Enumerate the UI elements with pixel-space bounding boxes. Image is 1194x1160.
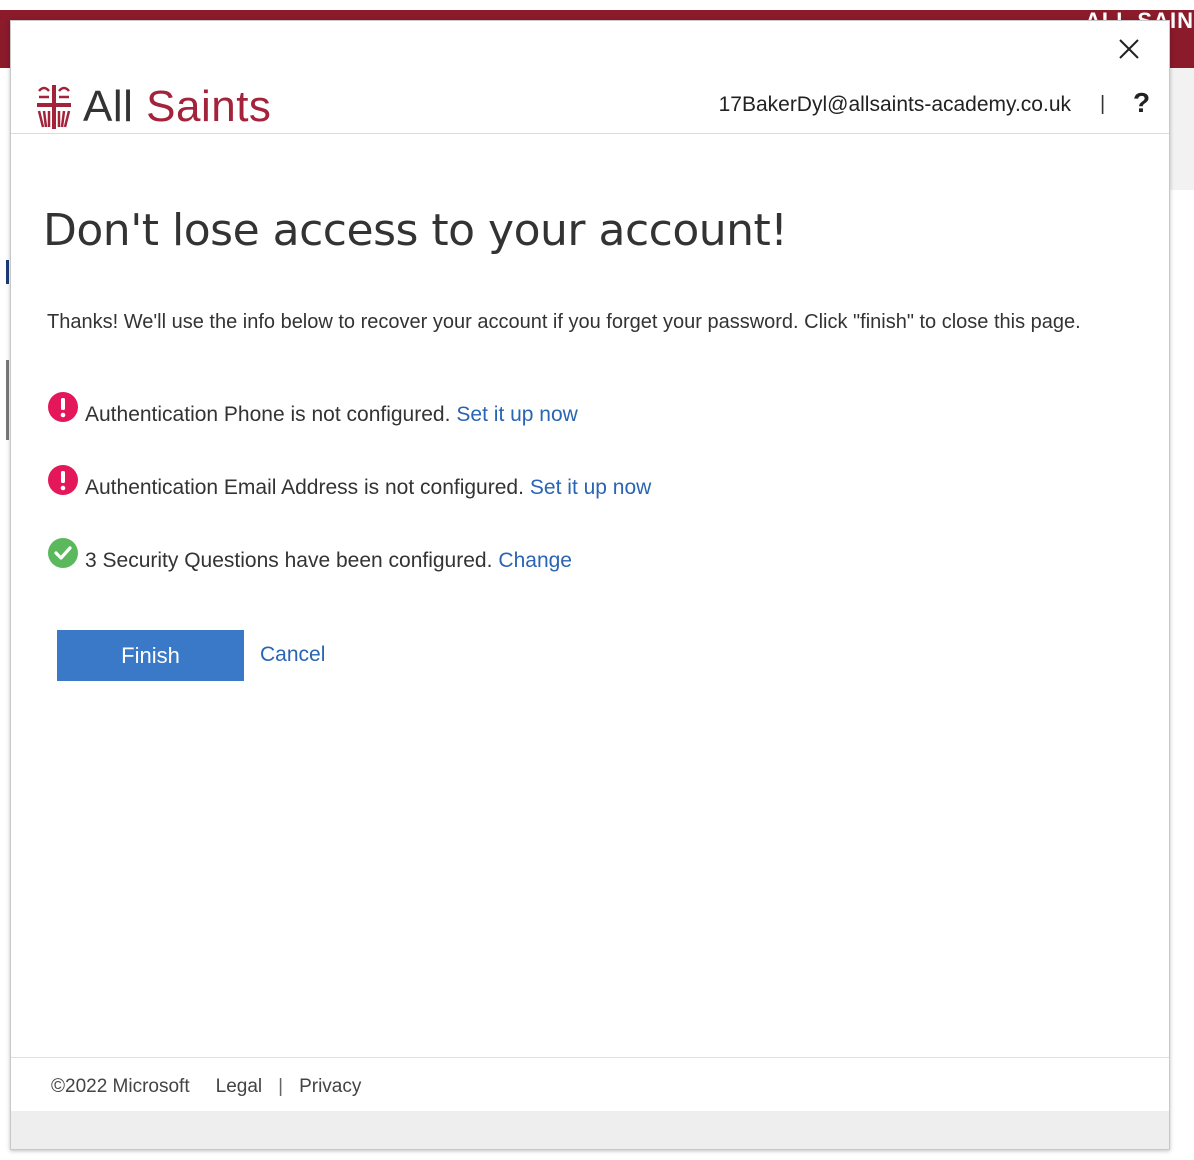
dialog-footer: ©2022 Microsoft Legal | Privacy <box>11 1057 1169 1112</box>
change-security-questions-link[interactable]: Change <box>498 549 572 573</box>
status-row-security-questions: 3 Security Questions have been configure… <box>47 538 572 577</box>
dialog-header: All Saints 17BakerDyl@allsaints-academy.… <box>11 73 1169 134</box>
set-up-phone-link[interactable]: Set it up now <box>456 403 577 427</box>
status-message: Authentication Phone is not configured. <box>85 403 451 426</box>
all-saints-logo: All Saints <box>33 81 271 133</box>
privacy-link[interactable]: Privacy <box>299 1076 361 1098</box>
header-separator: | <box>1100 93 1106 115</box>
status-row-email: Authentication Email Address is not conf… <box>47 465 651 504</box>
background-mark <box>6 360 9 440</box>
signed-in-user-email: 17BakerDyl@allsaints-academy.co.uk <box>718 93 1071 116</box>
exclamation-icon <box>48 392 78 422</box>
cancel-link[interactable]: Cancel <box>260 643 325 667</box>
set-up-email-link[interactable]: Set it up now <box>530 476 651 500</box>
status-message: 3 Security Questions have been configure… <box>85 549 493 572</box>
close-icon[interactable] <box>1115 35 1143 63</box>
copyright-text: ©2022 Microsoft <box>51 1076 190 1097</box>
logo-text-all: All <box>83 82 134 131</box>
background-mark <box>6 260 9 284</box>
logo-text-saints: Saints <box>146 82 272 131</box>
checkmark-icon <box>48 538 78 568</box>
background-top-strip <box>0 0 1194 10</box>
help-button[interactable]: ? <box>1133 87 1150 119</box>
background-left-strip <box>0 68 10 1160</box>
page-title: Don't lose access to your account! <box>43 205 788 256</box>
intro-text: Thanks! We'll use the info below to reco… <box>47 311 1081 333</box>
background-subbar <box>1168 68 1194 190</box>
status-row-phone: Authentication Phone is not configured. … <box>47 392 578 431</box>
logo-wordmark: All Saints <box>83 81 271 133</box>
cross-logo-icon <box>37 85 71 129</box>
footer-separator: | <box>278 1076 284 1097</box>
status-message: Authentication Email Address is not conf… <box>85 476 524 499</box>
recovery-dialog: All Saints 17BakerDyl@allsaints-academy.… <box>10 20 1170 1150</box>
exclamation-icon <box>48 465 78 495</box>
finish-button[interactable]: Finish <box>57 630 244 681</box>
footer-bottom-bar <box>11 1111 1169 1149</box>
legal-link[interactable]: Legal <box>216 1076 263 1098</box>
